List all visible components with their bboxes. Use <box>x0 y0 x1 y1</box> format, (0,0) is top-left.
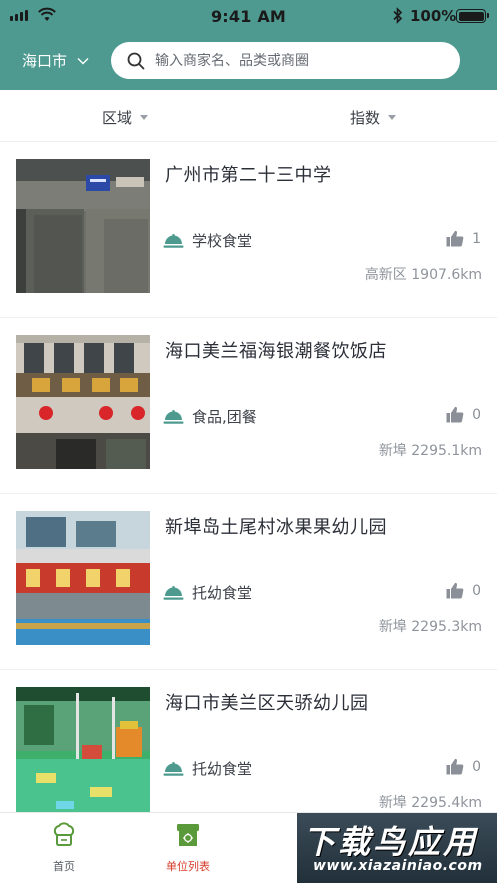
unit-name: 新埠岛土尾村冰果果幼儿园 <box>165 517 387 538</box>
thumbs-up-icon <box>446 406 464 423</box>
unit-distance: 新埠 2295.3km <box>378 619 482 635</box>
food-cloche-icon <box>163 409 184 424</box>
chef-hat-icon <box>53 822 75 846</box>
list-item[interactable]: 新埠岛土尾村冰果果幼儿园 托幼食堂 0 新埠 2295.3km <box>0 494 497 670</box>
unit-name: 海口美兰福海银潮餐饮饭店 <box>165 341 387 362</box>
like-count-value: 1 <box>472 230 481 247</box>
unit-category-label: 托幼食堂 <box>192 760 253 778</box>
filter-region[interactable]: 区域 <box>102 107 149 128</box>
unit-category-label: 食品,团餐 <box>192 408 257 426</box>
unit-category: 学校食堂 <box>163 230 252 251</box>
unit-name: 海口市美兰区天骄幼儿园 <box>165 693 369 714</box>
thumbs-up-icon <box>446 758 464 775</box>
food-cloche-icon <box>163 233 184 248</box>
search-bar[interactable] <box>111 42 460 79</box>
battery-percent: 100% <box>410 7 457 25</box>
tab-home-label: 首页 <box>53 860 75 873</box>
like-count-value: 0 <box>472 582 481 599</box>
watermark-title: 下载鸟应用 <box>303 823 479 861</box>
food-cloche-icon <box>163 585 184 600</box>
food-cloche-icon <box>163 761 184 776</box>
filter-index[interactable]: 指数 <box>350 107 397 128</box>
battery-icon <box>456 9 489 23</box>
thumbs-up-icon <box>446 582 464 599</box>
unit-photo <box>16 159 150 293</box>
app-header: 9:41 AM 100% 海口市 <box>0 0 497 90</box>
unit-category-label: 学校食堂 <box>192 232 253 250</box>
unit-distance: 新埠 2295.4km <box>378 795 482 811</box>
like-count[interactable]: 0 <box>446 758 481 775</box>
thumbs-up-icon <box>446 230 464 247</box>
unit-photo <box>16 511 150 645</box>
status-bar: 9:41 AM 100% <box>0 0 497 32</box>
like-count[interactable]: 1 <box>446 230 481 247</box>
unit-distance: 高新区 1907.6km <box>364 267 482 283</box>
tab-home[interactable]: 首页 <box>14 821 114 874</box>
chevron-down-icon <box>77 57 89 64</box>
triangle-down-icon <box>388 115 397 120</box>
triangle-down-icon <box>140 115 149 120</box>
search-input[interactable] <box>155 52 445 69</box>
city-selector[interactable]: 海口市 <box>22 50 89 71</box>
unit-list: 广州市第二十三中学 学校食堂 1 高新区 1907.6km 海口美兰福海银潮餐饮… <box>0 142 497 846</box>
tab-unit-list-label: 单位列表 <box>166 860 210 873</box>
like-count[interactable]: 0 <box>446 582 481 599</box>
list-item[interactable]: 广州市第二十三中学 学校食堂 1 高新区 1907.6km <box>0 142 497 318</box>
filter-region-label: 区域 <box>102 109 133 127</box>
filter-index-label: 指数 <box>350 109 381 127</box>
bluetooth-icon <box>393 7 403 24</box>
unit-photo <box>16 687 150 821</box>
unit-category: 托幼食堂 <box>163 758 252 779</box>
like-count[interactable]: 0 <box>446 406 481 423</box>
unit-category: 食品,团餐 <box>163 406 257 427</box>
search-icon <box>127 52 145 69</box>
watermark-url: www.xiazainiao.com <box>313 858 483 874</box>
like-count-value: 0 <box>472 406 481 423</box>
like-count-value: 0 <box>472 758 481 775</box>
unit-name: 广州市第二十三中学 <box>165 165 332 186</box>
filter-bar: 区域 指数 <box>0 90 497 142</box>
shop-icon <box>177 824 199 846</box>
unit-category: 托幼食堂 <box>163 582 252 603</box>
city-label: 海口市 <box>22 52 68 70</box>
watermark: 下载鸟应用 www.xiazainiao.com <box>297 813 497 883</box>
list-item[interactable]: 海口美兰福海银潮餐饮饭店 食品,团餐 0 新埠 2295.1km <box>0 318 497 494</box>
unit-photo <box>16 335 150 469</box>
unit-distance: 新埠 2295.1km <box>378 443 482 459</box>
unit-category-label: 托幼食堂 <box>192 584 253 602</box>
tab-unit-list[interactable]: 单位列表 <box>138 821 238 874</box>
